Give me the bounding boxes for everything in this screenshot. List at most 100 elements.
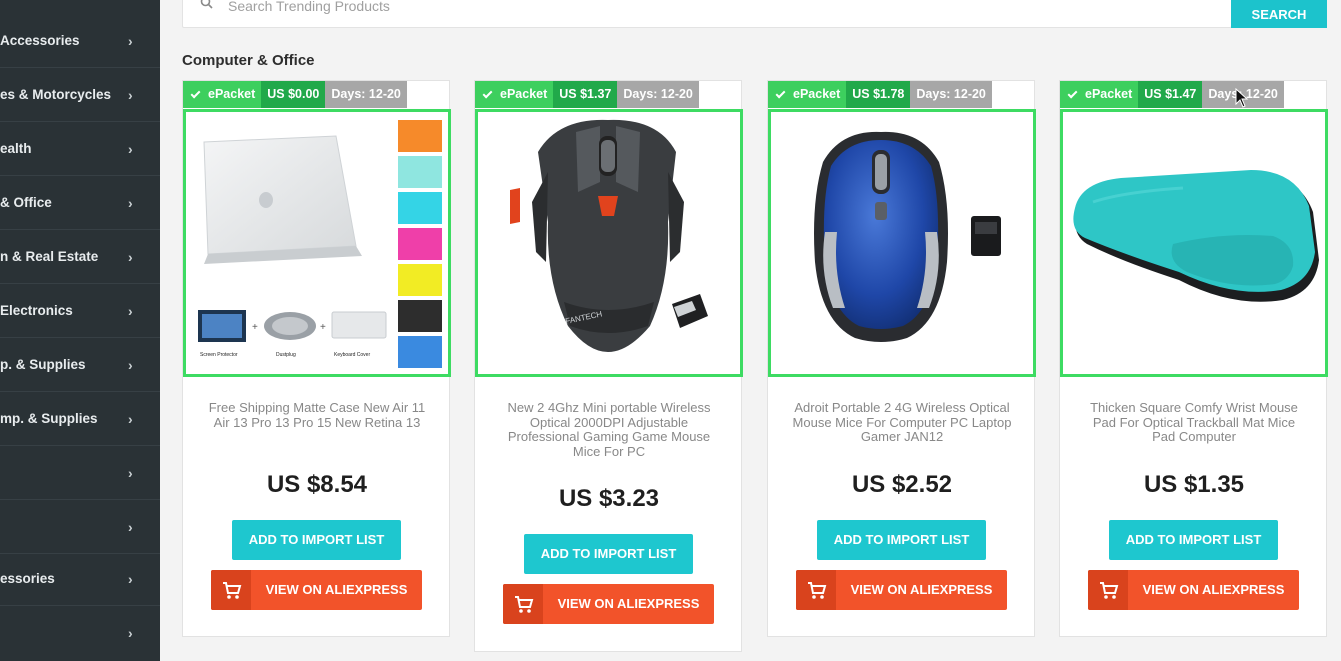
svg-text:Dustplug: Dustplug bbox=[276, 352, 296, 358]
product-title[interactable]: Free Shipping Matte Case New Air 11 Air … bbox=[203, 400, 431, 430]
epacket-label: ePacket bbox=[1085, 87, 1133, 101]
product-price: US $3.23 bbox=[558, 485, 660, 512]
product-image[interactable] bbox=[768, 109, 1036, 377]
sidebar-item-health[interactable]: ealth › bbox=[0, 122, 160, 176]
view-on-aliexpress-label: VIEW ON ALIEXPRESS bbox=[557, 596, 700, 611]
delivery-days-badge: Days: 12-20 bbox=[910, 81, 992, 108]
chevron-right-icon: › bbox=[128, 519, 133, 535]
sidebar-item-10[interactable]: › bbox=[0, 500, 160, 554]
chevron-right-icon: › bbox=[128, 357, 133, 373]
shipping-badges: ePacket US $1.37 Days: 12-20 bbox=[475, 81, 699, 108]
sidebar-item-accessories-2[interactable]: essories › bbox=[0, 552, 160, 606]
gaming-mouse-image: FANTECH bbox=[510, 119, 708, 352]
svg-text:+: + bbox=[320, 322, 326, 333]
check-icon bbox=[482, 88, 493, 99]
blue-mouse-image bbox=[814, 131, 1001, 342]
view-on-aliexpress-label: VIEW ON ALIEXPRESS bbox=[265, 582, 408, 597]
sidebar-item-label: & Office bbox=[0, 195, 52, 210]
check-icon bbox=[190, 88, 201, 99]
view-on-aliexpress-button[interactable]: VIEW ON ALIEXPRESS bbox=[211, 570, 422, 610]
cart-icon bbox=[796, 570, 836, 610]
shipping-price-badge: US $1.37 bbox=[553, 81, 618, 108]
chevron-right-icon: › bbox=[128, 87, 133, 103]
chevron-right-icon: › bbox=[128, 625, 133, 641]
laptop-case-image: + + Screen Protector Dustplug Keyboard C… bbox=[198, 120, 442, 368]
chevron-right-icon: › bbox=[128, 465, 133, 481]
chevron-right-icon: › bbox=[128, 411, 133, 427]
sidebar-item-label: Electronics bbox=[0, 303, 73, 318]
add-to-import-list-button[interactable]: ADD TO IMPORT LIST bbox=[817, 520, 986, 560]
delivery-days-badge: Days: 12-20 bbox=[325, 81, 407, 108]
product-price: US $2.52 bbox=[851, 471, 953, 498]
add-to-import-list-button[interactable]: ADD TO IMPORT LIST bbox=[524, 534, 693, 574]
epacket-badge: ePacket bbox=[183, 81, 262, 108]
sidebar-item-label: es & Motorcycles bbox=[0, 87, 112, 102]
product-card: ePacket US $0.00 Days: 12-20 + + Screen … bbox=[182, 80, 451, 637]
cart-icon bbox=[503, 584, 543, 624]
sidebar-item-12[interactable]: › bbox=[0, 606, 160, 660]
check-icon bbox=[1067, 88, 1078, 99]
shipping-price-badge: US $1.78 bbox=[846, 81, 911, 108]
view-on-aliexpress-label: VIEW ON ALIEXPRESS bbox=[1142, 582, 1285, 597]
sidebar-item-label: mp. & Supplies bbox=[0, 411, 98, 426]
check-icon bbox=[775, 88, 786, 99]
sidebar-item-electronics[interactable]: Electronics › bbox=[0, 284, 160, 338]
svg-text:+: + bbox=[252, 322, 258, 333]
shipping-price-badge: US $0.00 bbox=[261, 81, 326, 108]
color-swatches bbox=[398, 120, 442, 368]
sidebar-item-label: n & Real Estate bbox=[0, 249, 99, 264]
mouse-pad-image bbox=[1073, 170, 1319, 302]
product-card: ePacket US $1.47 Days: 12-20 Thicken Squ… bbox=[1059, 80, 1328, 637]
section-title: Computer & Office bbox=[182, 52, 315, 69]
shipping-price-badge: US $1.47 bbox=[1138, 81, 1203, 108]
sidebar-item-comp-supplies[interactable]: mp. & Supplies › bbox=[0, 392, 160, 446]
product-price: US $8.54 bbox=[266, 471, 368, 498]
chevron-right-icon: › bbox=[128, 571, 133, 587]
product-title[interactable]: New 2 4Ghz Mini portable Wireless Optica… bbox=[495, 400, 723, 459]
sidebar-item-office[interactable]: & Office › bbox=[0, 176, 160, 230]
shipping-badges: ePacket US $1.47 Days: 12-20 bbox=[1060, 81, 1284, 108]
mouse-pointer-icon bbox=[1235, 88, 1249, 108]
search-icon bbox=[200, 0, 213, 9]
epacket-badge: ePacket bbox=[1060, 81, 1139, 108]
sidebar-item-supplies[interactable]: p. & Supplies › bbox=[0, 338, 160, 392]
product-price: US $1.35 bbox=[1143, 471, 1245, 498]
sidebar-item-label: ealth bbox=[0, 141, 32, 156]
sidebar-item-motorcycles[interactable]: es & Motorcycles › bbox=[0, 68, 160, 122]
sidebar-item-label: Accessories bbox=[0, 33, 80, 48]
view-on-aliexpress-button[interactable]: VIEW ON ALIEXPRESS bbox=[503, 584, 714, 624]
search-button[interactable]: SEARCH bbox=[1231, 0, 1327, 28]
view-on-aliexpress-button[interactable]: VIEW ON ALIEXPRESS bbox=[796, 570, 1007, 610]
product-image[interactable] bbox=[1060, 109, 1328, 377]
sidebar-item-9[interactable]: › bbox=[0, 446, 160, 500]
epacket-label: ePacket bbox=[500, 87, 548, 101]
cart-icon bbox=[1088, 570, 1128, 610]
epacket-badge: ePacket bbox=[768, 81, 847, 108]
chevron-right-icon: › bbox=[128, 33, 133, 49]
epacket-badge: ePacket bbox=[475, 81, 554, 108]
sidebar-item-real-estate[interactable]: n & Real Estate › bbox=[0, 230, 160, 284]
add-to-import-list-button[interactable]: ADD TO IMPORT LIST bbox=[1109, 520, 1278, 560]
sidebar-item-label: essories bbox=[0, 571, 55, 586]
product-image[interactable]: + + Screen Protector Dustplug Keyboard C… bbox=[183, 109, 451, 377]
product-title[interactable]: Thicken Square Comfy Wrist Mouse Pad For… bbox=[1080, 400, 1308, 445]
product-card: ePacket US $1.78 Days: 12-20 Adroit Port… bbox=[767, 80, 1036, 637]
product-image[interactable]: FANTECH bbox=[475, 109, 743, 377]
epacket-label: ePacket bbox=[208, 87, 256, 101]
chevron-right-icon: › bbox=[128, 303, 133, 319]
epacket-label: ePacket bbox=[793, 87, 841, 101]
product-card: ePacket US $1.37 Days: 12-20 FANTECH New… bbox=[474, 80, 743, 652]
add-to-import-list-button[interactable]: ADD TO IMPORT LIST bbox=[232, 520, 401, 560]
cart-icon bbox=[211, 570, 251, 610]
sidebar-item-accessories[interactable]: Accessories › bbox=[0, 14, 160, 68]
product-title[interactable]: Adroit Portable 2 4G Wireless Optical Mo… bbox=[788, 400, 1016, 445]
chevron-right-icon: › bbox=[128, 141, 133, 157]
svg-text:Screen Protector: Screen Protector bbox=[200, 352, 238, 358]
view-on-aliexpress-button[interactable]: VIEW ON ALIEXPRESS bbox=[1088, 570, 1299, 610]
chevron-right-icon: › bbox=[128, 249, 133, 265]
search-input[interactable] bbox=[228, 0, 1218, 17]
sidebar-item-label: p. & Supplies bbox=[0, 357, 86, 372]
chevron-right-icon: › bbox=[128, 195, 133, 211]
view-on-aliexpress-label: VIEW ON ALIEXPRESS bbox=[850, 582, 993, 597]
shipping-badges: ePacket US $0.00 Days: 12-20 bbox=[183, 81, 407, 108]
